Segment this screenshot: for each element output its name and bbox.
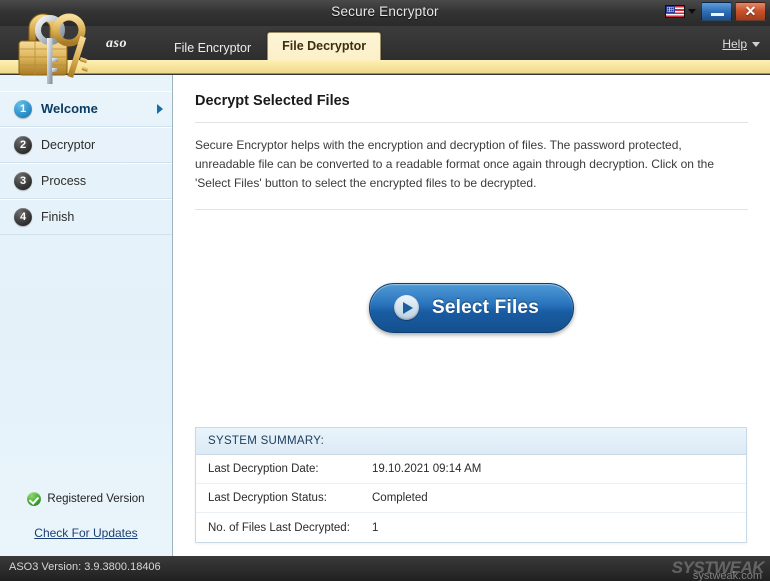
- step-number-badge: 3: [14, 171, 32, 190]
- sidebar-item-label: Welcome: [41, 101, 98, 116]
- page-title: Decrypt Selected Files: [195, 93, 350, 109]
- sidebar-item-finish[interactable]: 4 Finish: [0, 199, 172, 235]
- sidebar-item-welcome[interactable]: 1 Welcome: [0, 91, 172, 127]
- window-controls: ✕: [663, 2, 766, 21]
- brand-label: aso: [106, 36, 127, 51]
- main-content: Decrypt Selected Files Secure Encryptor …: [173, 75, 770, 556]
- registered-label: Registered Version: [47, 493, 145, 505]
- summary-value: Completed: [372, 492, 428, 504]
- watermark: SYSTWEAK systweak.com: [672, 557, 765, 581]
- version-label: ASO3 Version: 3.9.3800.18406: [9, 561, 161, 573]
- registration-status: Registered Version: [0, 492, 172, 506]
- system-summary-panel: SYSTEM SUMMARY: Last Decryption Date: 19…: [195, 427, 747, 543]
- summary-key: Last Decryption Status:: [208, 492, 327, 504]
- accent-strip: [0, 60, 770, 74]
- application-window: Secure Encryptor ✕ aso File Encryptor Fi…: [0, 0, 770, 581]
- summary-value: 1: [372, 521, 379, 534]
- close-icon: ✕: [744, 3, 757, 19]
- table-row: Last Decryption Date: 19.10.2021 09:14 A…: [196, 455, 746, 484]
- step-number-badge: 4: [14, 207, 32, 226]
- select-files-button[interactable]: Select Files: [369, 283, 574, 333]
- minimize-button[interactable]: [701, 2, 732, 21]
- tab-file-encryptor[interactable]: File Encryptor: [160, 36, 265, 60]
- sidebar-item-decryptor[interactable]: 2 Decryptor: [0, 127, 172, 163]
- body-area: 1 Welcome 2 Decryptor 3 Process 4 Finish…: [0, 75, 770, 556]
- summary-key: No. of Files Last Decrypted:: [208, 521, 350, 534]
- select-files-button-area: Select Files: [173, 283, 770, 333]
- sidebar-item-process[interactable]: 3 Process: [0, 163, 172, 199]
- divider-bottom: [195, 209, 748, 210]
- watermark-subtext: systweak.com: [692, 570, 762, 581]
- close-button[interactable]: ✕: [735, 2, 766, 21]
- chevron-down-icon: [688, 9, 696, 14]
- summary-key: Last Decryption Date:: [208, 463, 319, 475]
- summary-value: 19.10.2021 09:14 AM: [372, 463, 482, 475]
- sidebar-item-label: Process: [41, 173, 87, 188]
- chevron-right-icon: [157, 103, 163, 114]
- sidebar-footer: Registered Version Check For Updates: [0, 492, 172, 556]
- sidebar-item-label: Decryptor: [41, 137, 96, 152]
- play-circle-icon: [394, 295, 420, 320]
- chevron-down-icon: [752, 41, 760, 47]
- step-number-badge: 1: [14, 99, 32, 118]
- table-row: Last Decryption Status: Completed: [196, 484, 746, 513]
- help-menu-button[interactable]: Help: [722, 37, 760, 51]
- status-bar: ASO3 Version: 3.9.3800.18406 SYSTWEAK sy…: [0, 556, 770, 581]
- page-description: Secure Encryptor helps with the encrypti…: [195, 138, 714, 190]
- window-title: Secure Encryptor: [331, 4, 439, 19]
- step-number-badge: 2: [14, 135, 32, 154]
- select-files-button-label: Select Files: [432, 296, 539, 318]
- sidebar-item-label: Finish: [41, 209, 75, 224]
- tab-bar: aso File Encryptor File Decryptor Help: [0, 26, 770, 60]
- title-bar: Secure Encryptor ✕: [0, 0, 770, 26]
- table-row: No. of Files Last Decrypted: 1: [196, 513, 746, 542]
- language-selector-button[interactable]: [663, 4, 698, 19]
- check-circle-icon: [27, 492, 42, 506]
- help-label: Help: [722, 37, 747, 51]
- sidebar: 1 Welcome 2 Decryptor 3 Process 4 Finish…: [0, 75, 173, 556]
- tab-file-decryptor[interactable]: File Decryptor: [267, 32, 382, 60]
- us-flag-icon: [665, 5, 685, 18]
- system-summary-header: SYSTEM SUMMARY:: [196, 428, 746, 455]
- tab-list: File Encryptor File Decryptor: [160, 32, 382, 60]
- check-for-updates-link[interactable]: Check For Updates: [34, 526, 137, 540]
